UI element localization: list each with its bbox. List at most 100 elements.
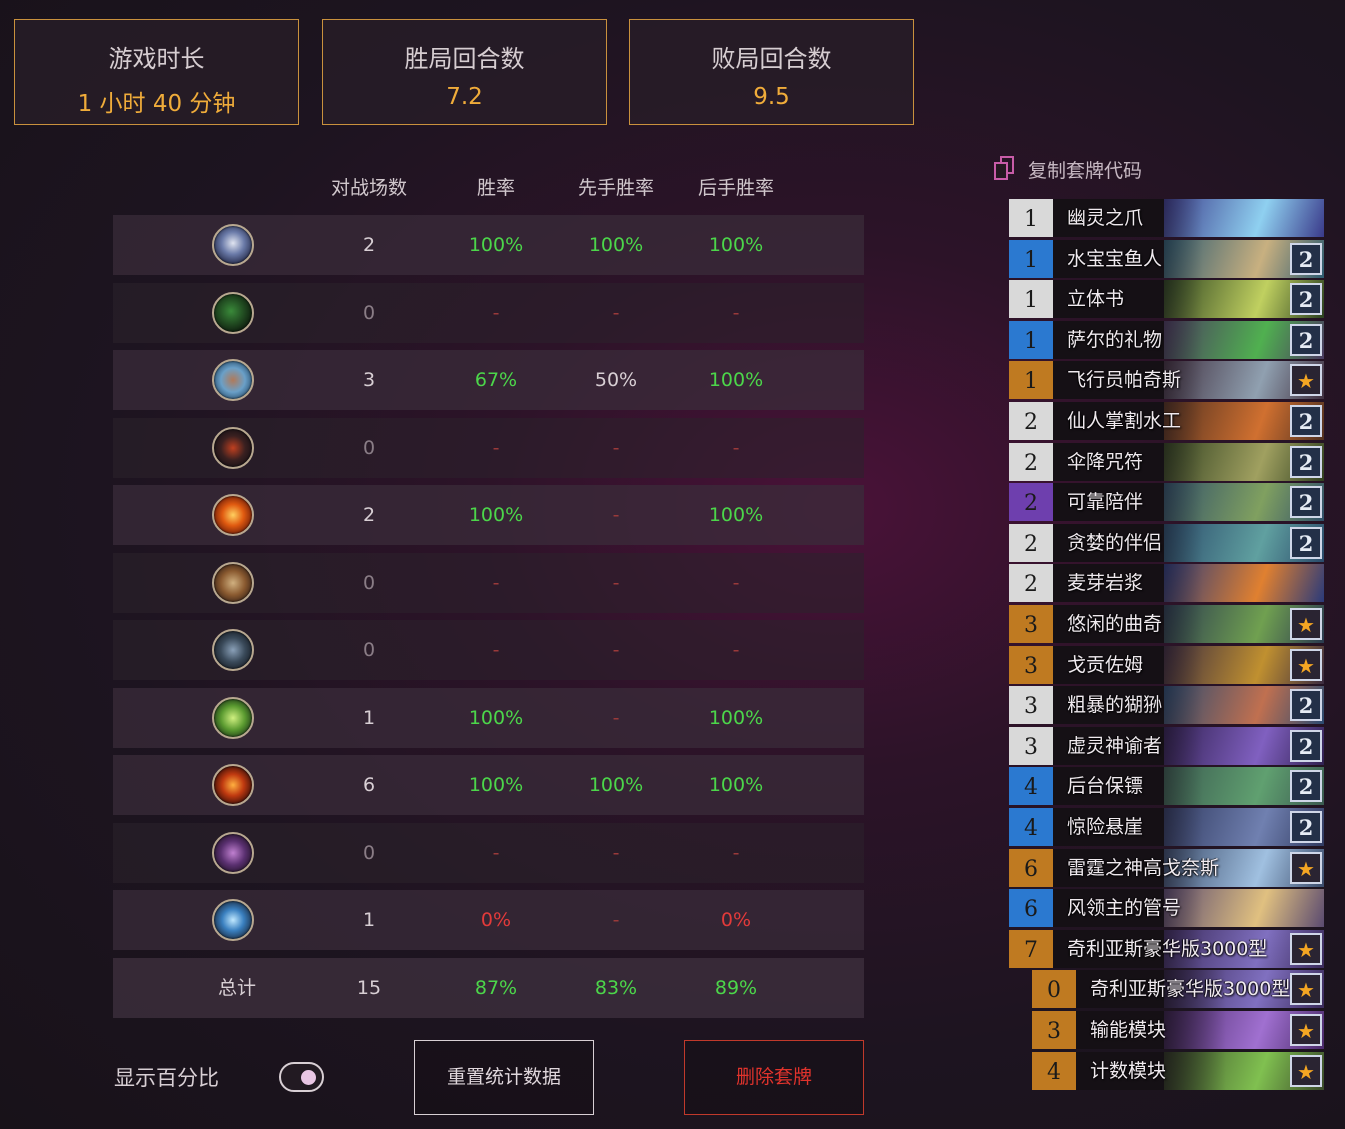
first-winrate-cell: - xyxy=(612,301,620,324)
deck-card-row[interactable]: 2 可靠陪伴 2 xyxy=(1009,483,1324,522)
card-name: 幽灵之爪 xyxy=(1067,207,1144,229)
stat-game-duration: 游戏时长 1 小时 40 分钟 xyxy=(14,19,299,125)
card-count: 2 xyxy=(1290,283,1322,316)
copy-deck-code-label: 复制套牌代码 xyxy=(1028,160,1143,182)
card-name: 惊险悬崖 xyxy=(1067,816,1144,838)
second-winrate-cell: 100% xyxy=(708,369,764,391)
legendary-star-icon: ★ xyxy=(1290,851,1322,884)
table-row: 3 67% 50% 100% xyxy=(113,350,864,410)
winrate-cell: 100% xyxy=(468,504,524,526)
card-name: 虚灵神谕者 xyxy=(1067,734,1163,757)
deck-card-row[interactable]: 3 粗暴的猢狲 2 xyxy=(1009,686,1324,725)
first-winrate-cell: - xyxy=(612,639,620,661)
delete-deck-button[interactable]: 删除套牌 xyxy=(684,1040,864,1115)
deck-card-row[interactable]: 2 麦芽岩浆 xyxy=(1009,564,1324,603)
stat-label: 败局回合数 xyxy=(711,45,832,73)
card-cost: 2 xyxy=(1009,483,1053,522)
card-name: 计数模块 xyxy=(1090,1059,1167,1082)
winrate-cell: 100% xyxy=(468,234,524,256)
stat-value: 1 小时 40 分钟 xyxy=(77,91,236,117)
deck-card-row[interactable]: 3 虚灵神谕者 2 xyxy=(1009,726,1324,765)
table-row: 6 100% 100% 100% xyxy=(113,755,864,815)
stat-label: 游戏时长 xyxy=(108,45,205,73)
games-cell: 0 xyxy=(362,571,376,594)
deck-card-row[interactable]: 1 幽灵之爪 xyxy=(1009,199,1324,237)
card-cost: 3 xyxy=(1032,1011,1076,1049)
card-cost: 6 xyxy=(1009,848,1053,887)
deck-card-row[interactable]: 4 后台保镖 2 xyxy=(1009,767,1324,806)
deck-card-row[interactable]: 2 贪婪的伴侣 2 xyxy=(1009,523,1324,562)
card-cost: 1 xyxy=(1009,280,1053,319)
table-row: 0 - - - xyxy=(113,417,864,478)
card-name: 粗暴的猢狲 xyxy=(1067,694,1163,717)
deck-card-row[interactable]: 1 飞行员帕奇斯 ★ xyxy=(1009,361,1324,400)
legendary-star-icon: ★ xyxy=(1290,364,1322,397)
card-count: 2 xyxy=(1290,770,1322,803)
legendary-star-icon: ★ xyxy=(1290,648,1322,681)
deck-card-row[interactable]: 3 悠闲的曲奇 ★ xyxy=(1009,605,1324,643)
first-winrate-cell: - xyxy=(612,909,620,931)
card-name: 奇利亚斯豪华版3000型 xyxy=(1067,937,1268,960)
card-count: 2 xyxy=(1290,526,1322,559)
deck-card-row[interactable]: 1 立体书 2 xyxy=(1009,280,1324,319)
winrate-cell: - xyxy=(492,841,500,864)
deck-card-row[interactable]: 3 输能模块 ★ xyxy=(1032,1011,1324,1049)
total-label: 总计 xyxy=(217,976,256,999)
card-count: 2 xyxy=(1290,811,1322,843)
second-winrate-cell: 100% xyxy=(708,774,764,796)
stat-value: 7.2 xyxy=(446,84,483,110)
table-row: 1 0% - 0% xyxy=(113,890,864,950)
show-percent-toggle[interactable] xyxy=(279,1062,324,1092)
winrate-cell: - xyxy=(492,639,500,661)
deck-card-row[interactable]: 7 奇利亚斯豪华版3000型 ★ xyxy=(1009,929,1324,968)
second-winrate-cell: - xyxy=(732,571,740,594)
card-name: 麦芽岩浆 xyxy=(1067,572,1144,595)
deck-card-row[interactable]: 2 伞降咒符 2 xyxy=(1009,442,1324,481)
deck-card-row[interactable]: 6 雷霆之神高戈奈斯 ★ xyxy=(1009,848,1324,887)
stat-label: 胜局回合数 xyxy=(404,45,525,73)
legendary-star-icon: ★ xyxy=(1290,973,1322,1006)
card-count: 2 xyxy=(1290,323,1322,356)
class-icon-warlock-skull xyxy=(212,764,254,806)
card-cost: 4 xyxy=(1009,767,1053,806)
games-cell: 2 xyxy=(362,504,376,526)
class-icon-mage-crest xyxy=(212,224,254,266)
deck-card-row[interactable]: 4 计数模块 ★ xyxy=(1032,1051,1324,1090)
card-name: 风领主的管号 xyxy=(1067,897,1182,920)
first-winrate-cell: - xyxy=(612,436,620,459)
card-name: 雷霆之神高戈奈斯 xyxy=(1067,856,1220,879)
first-winrate-cell: - xyxy=(612,706,620,729)
card-cost: 1 xyxy=(1009,361,1053,400)
table-row: 2 100% 100% 100% xyxy=(113,215,864,275)
class-icon-rogue-gear xyxy=(212,629,254,671)
card-name: 悠闲的曲奇 xyxy=(1067,613,1163,635)
deck-card-row[interactable]: 1 水宝宝鱼人 2 xyxy=(1009,239,1324,278)
class-icon-hunter-arrow xyxy=(212,696,254,739)
copy-icon xyxy=(994,156,1016,182)
card-name: 可靠陪伴 xyxy=(1067,491,1144,514)
header-second-winrate: 后手胜率 xyxy=(697,177,774,199)
deck-card-row[interactable]: 2 仙人掌割水工 2 xyxy=(1009,402,1324,440)
winrate-cell: - xyxy=(492,571,500,594)
stat-value: 9.5 xyxy=(753,84,790,110)
first-winrate-cell: - xyxy=(612,504,620,526)
first-winrate-cell: - xyxy=(612,841,620,864)
card-count: 2 xyxy=(1290,445,1322,478)
deck-card-row[interactable]: 4 惊险悬崖 2 xyxy=(1009,808,1324,846)
card-cost: 2 xyxy=(1009,442,1053,481)
card-name: 水宝宝鱼人 xyxy=(1067,247,1163,270)
reset-stats-button[interactable]: 重置统计数据 xyxy=(414,1040,594,1115)
table-total-row: 总计 15 87% 83% 89% xyxy=(113,957,864,1018)
second-winrate-cell: - xyxy=(732,841,740,864)
stat-win-turns: 胜局回合数 7.2 xyxy=(322,19,607,125)
deck-card-row[interactable]: 6 风领主的管号 xyxy=(1009,889,1324,928)
deck-card-row[interactable]: 3 戈贡佐姆 ★ xyxy=(1009,645,1324,684)
deck-card-row[interactable]: 0 奇利亚斯豪华版3000型 ★ xyxy=(1032,970,1324,1009)
class-icon-demonhunter-blade xyxy=(212,426,254,469)
second-winrate-cell: - xyxy=(732,436,740,459)
card-cost: 7 xyxy=(1009,929,1053,968)
games-cell: 6 xyxy=(362,774,376,796)
card-count: 2 xyxy=(1290,729,1322,762)
deck-card-row[interactable]: 1 萨尔的礼物 2 xyxy=(1009,320,1324,359)
legendary-star-icon: ★ xyxy=(1290,1054,1322,1087)
